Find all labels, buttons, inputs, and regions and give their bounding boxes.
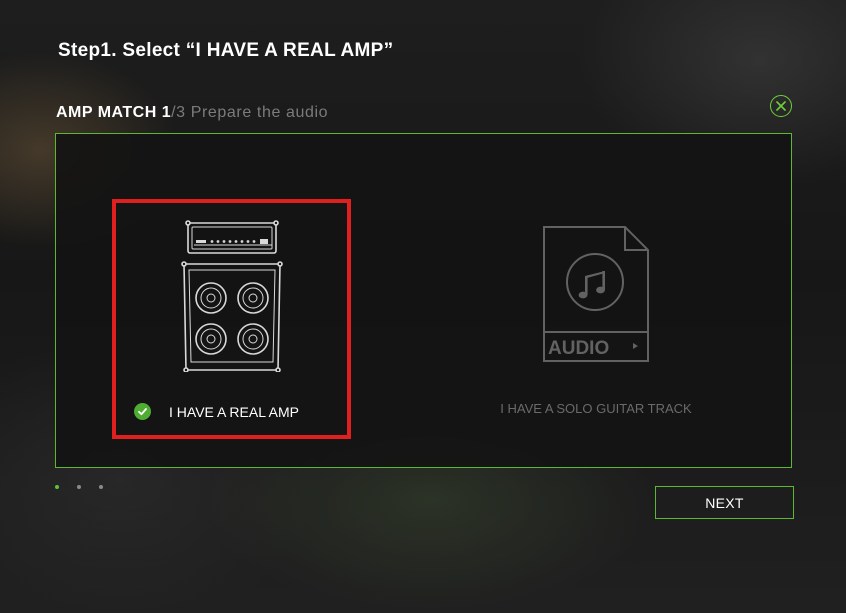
- check-icon: [134, 403, 151, 420]
- option-real-amp[interactable]: I HAVE A REAL AMP: [112, 199, 351, 439]
- section-header: AMP MATCH 1/3 Prepare the audio: [56, 104, 328, 122]
- pagination-dots: [55, 485, 103, 489]
- section-progress: /3: [171, 104, 186, 121]
- close-icon: [776, 101, 786, 111]
- amp-stack-icon: [181, 220, 283, 372]
- pagination-dot: [99, 485, 103, 489]
- real-amp-label-row: I HAVE A REAL AMP: [134, 403, 299, 420]
- section-subtitle: Prepare the audio: [185, 104, 329, 121]
- audio-file-icon: AUDIO: [543, 226, 649, 362]
- section-title: AMP MATCH 1: [56, 104, 172, 121]
- real-amp-label: I HAVE A REAL AMP: [169, 403, 299, 420]
- close-button[interactable]: [770, 95, 792, 117]
- pagination-dot: [77, 485, 81, 489]
- options-panel: I HAVE A REAL AMP AUDIO I HAVE A SOLO GU…: [55, 133, 792, 468]
- step-title: Step1. Select “I HAVE A REAL AMP”: [58, 40, 394, 61]
- solo-guitar-track-label: I HAVE A SOLO GUITAR TRACK: [500, 401, 692, 416]
- audio-file-icon-text: AUDIO: [548, 338, 609, 359]
- pagination-dot-active: [55, 485, 59, 489]
- option-solo-guitar-track[interactable]: AUDIO I HAVE A SOLO GUITAR TRACK: [476, 214, 716, 424]
- next-button[interactable]: NEXT: [655, 486, 794, 519]
